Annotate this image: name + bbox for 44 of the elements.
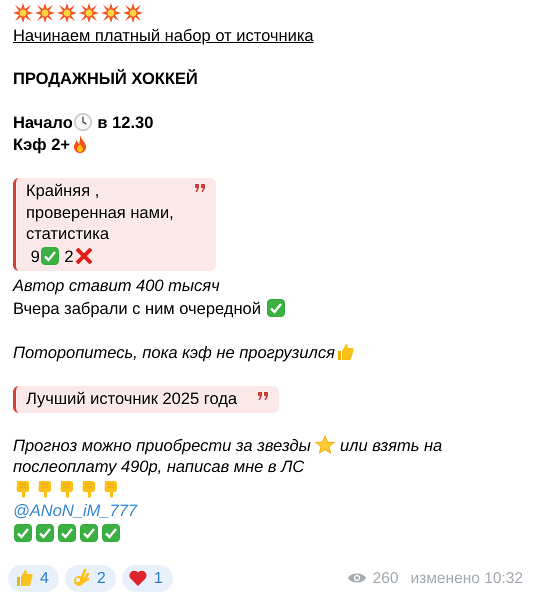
- body-text: Вчера забрали с ним очередной: [13, 300, 262, 318]
- reaction-button[interactable]: 4: [8, 564, 59, 592]
- italic-text: Автор ставит 400 тысяч: [13, 277, 220, 295]
- quote-text: проверенная нами,: [26, 204, 174, 222]
- underlined-text: Начинаем платный набор от источника: [13, 26, 314, 44]
- quote-text: 9: [30, 248, 40, 266]
- burst-icon: [13, 3, 33, 23]
- edited-time: изменено 10:32: [410, 568, 523, 588]
- mention-link[interactable]: @ANoN_iM_777: [13, 502, 138, 520]
- quote-icon: [194, 183, 206, 193]
- italic-text: или взять на: [338, 436, 442, 454]
- reaction-button[interactable]: 2: [64, 564, 116, 592]
- heading-text: Начало: [13, 114, 73, 132]
- quote-icon: [257, 390, 270, 400]
- check-icon: [57, 522, 77, 542]
- check-icon: [13, 522, 33, 542]
- heading-text: Кэф 2+: [13, 136, 70, 154]
- quote-text: 2: [63, 248, 74, 266]
- check-icon: [266, 298, 286, 318]
- clock-icon: [72, 112, 93, 132]
- burst-icon: [57, 3, 77, 23]
- thumbs-up-icon: [14, 568, 34, 588]
- heart-icon: [128, 568, 148, 588]
- burst-icon: [123, 3, 143, 23]
- italic-text: Прогноз можно приобрести за звезды: [13, 436, 312, 454]
- burst-icon: [35, 3, 55, 23]
- reaction-button[interactable]: 1: [122, 564, 173, 592]
- eye-icon: [346, 571, 367, 586]
- view-count: 260: [372, 568, 398, 588]
- quote-text: статистика: [26, 225, 109, 243]
- burst-icon: [79, 3, 99, 23]
- italic-text: Поторопитесь, пока кэф не прогрузился: [13, 344, 335, 362]
- quote-text: Крайняя ,: [26, 182, 100, 200]
- quote-text: Лучший источник 2025 года: [26, 390, 238, 408]
- star-icon: [315, 434, 336, 454]
- italic-text: послеоплату 490р, написав мне в ЛС: [13, 458, 304, 476]
- heading-text: ПРОДАЖНЫЙ ХОККЕЙ: [13, 70, 198, 88]
- check-icon: [35, 522, 55, 542]
- heading-text: в 12.30: [96, 114, 154, 132]
- check-icon: [79, 522, 99, 542]
- check-icon: [40, 246, 60, 266]
- burst-icon: [101, 3, 121, 23]
- check-icon: [101, 522, 121, 542]
- cross-icon: [74, 246, 94, 266]
